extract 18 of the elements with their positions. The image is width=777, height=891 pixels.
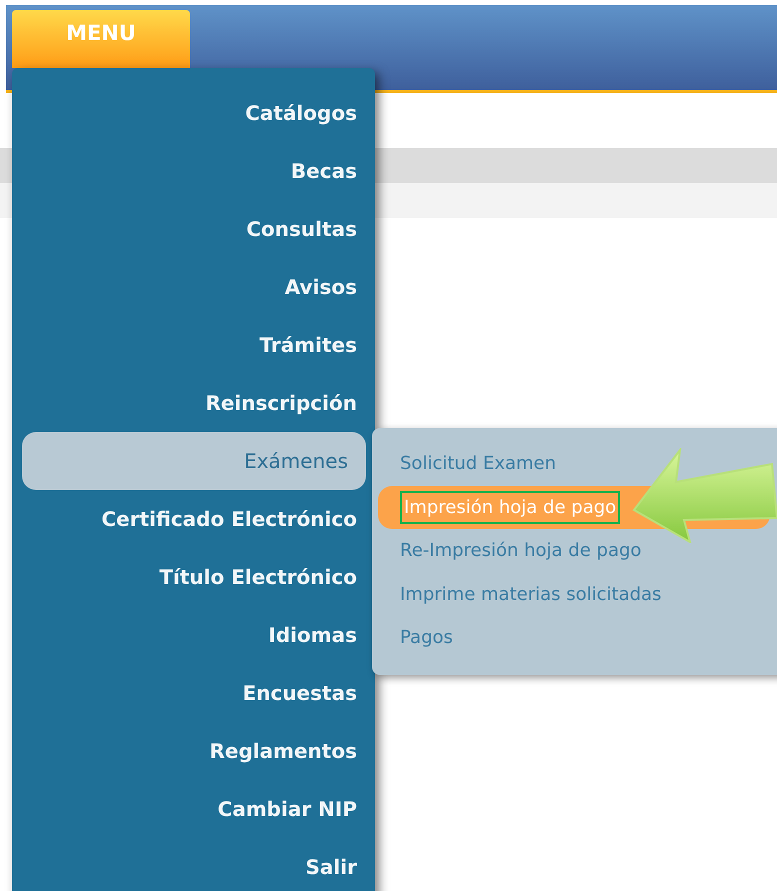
menu-item[interactable]: Becas: [22, 142, 375, 200]
menu-item[interactable]: Cambiar NIP: [22, 780, 375, 838]
menu-item[interactable]: Encuestas: [22, 664, 375, 722]
menu-item[interactable]: Salir: [22, 838, 375, 891]
menu-item[interactable]: Avisos: [22, 258, 375, 316]
menu-item[interactable]: Título Electrónico: [22, 548, 375, 606]
submenu-item[interactable]: Re-Impresión hoja de pago: [372, 529, 770, 572]
menu-item[interactable]: Exámenes: [22, 432, 366, 490]
menu-item[interactable]: Consultas: [22, 200, 375, 258]
menu-item[interactable]: Reglamentos: [22, 722, 375, 780]
submenu-item[interactable]: Pagos: [372, 616, 770, 660]
menu-item[interactable]: Trámites: [22, 316, 375, 374]
arrow-icon: [632, 448, 777, 543]
menu-item[interactable]: Certificado Electrónico: [22, 490, 375, 548]
menu-item[interactable]: Idiomas: [22, 606, 375, 664]
submenu-item[interactable]: Imprime materias solicitadas: [372, 572, 770, 616]
menu-item[interactable]: Reinscripción: [22, 374, 375, 432]
menu-item[interactable]: Catálogos: [22, 84, 375, 142]
